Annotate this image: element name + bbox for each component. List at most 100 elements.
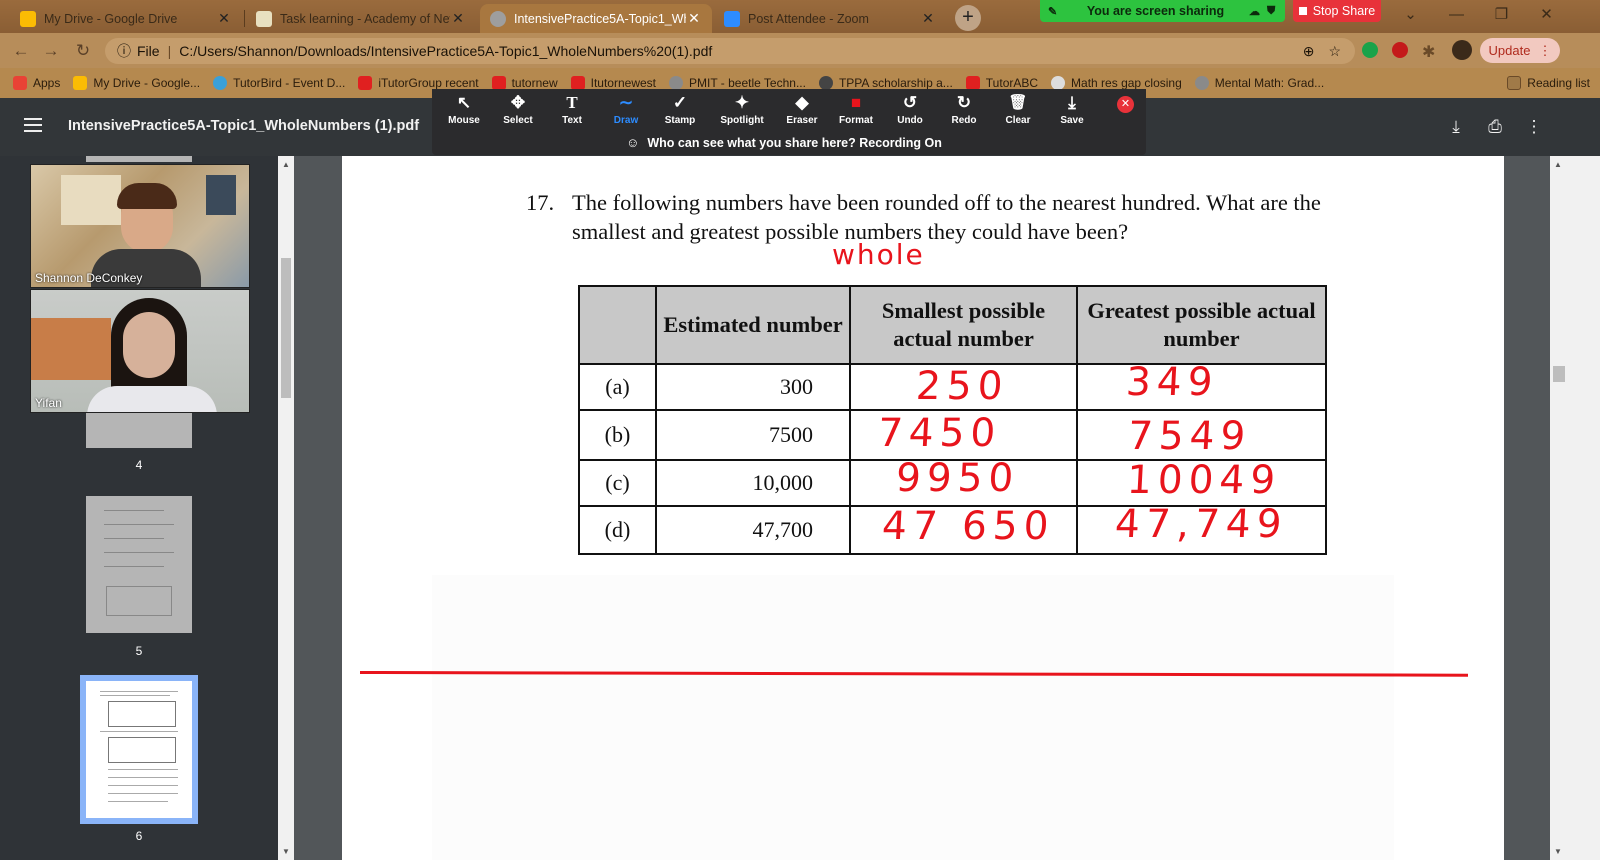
thumb-text-line [108,777,178,778]
document-scrollbar[interactable]: ▲ ▼ [1550,156,1568,860]
tab-intensive-practice[interactable]: IntensivePractice5A-Topic1_Who ✕ [480,4,712,33]
bookmark-item[interactable]: Math res gap closing [1051,76,1182,90]
extension-icon[interactable] [1362,42,1378,58]
screen-sharing-banner[interactable]: ✎ You are screen sharing ☁ ⛊ [1040,0,1285,22]
url-text[interactable]: C:/Users/Shannon/Downloads/IntensivePrac… [179,43,712,59]
stop-icon [1298,7,1307,15]
bookmark-item[interactable]: TPPA scholarship a... [818,76,953,90]
stop-share-button[interactable]: Stop Share [1293,0,1381,22]
back-button[interactable]: ← [10,40,32,62]
handwritten-answer-greatest-a: 349 [1124,360,1220,405]
close-tab-icon[interactable]: ✕ [686,10,702,27]
omnibox[interactable]: ⓘ File | C:/Users/Shannon/Downloads/Inte… [105,38,1355,64]
close-tab-icon[interactable]: ✕ [450,10,466,27]
handwritten-whole: whole [832,238,925,271]
draw-tool[interactable]: ∼ Draw [599,91,653,126]
close-tab-icon[interactable]: ✕ [216,10,232,27]
spotlight-tool[interactable]: ✦ Spotlight [712,91,772,126]
text-tool[interactable]: T Text [545,91,599,126]
reading-list-button[interactable]: Reading list [1507,76,1590,90]
drive-icon [73,76,88,90]
close-window-button[interactable]: ✕ [1524,0,1569,33]
tab-my-drive[interactable]: My Drive - Google Drive ✕ [10,4,242,33]
thumb-text-line [108,793,178,794]
reload-button[interactable]: ↻ [72,40,94,62]
clear-button[interactable]: 🗑 Clear [991,91,1045,126]
bookmark-item[interactable]: My Drive - Google... [73,76,200,90]
bookmark-label: Itutornewest [590,76,656,90]
close-annotation-icon[interactable]: ✕ [1117,96,1134,113]
browser-tab-strip: My Drive - Google Drive ✕ Task learning … [0,0,1600,33]
bookmark-item[interactable]: Mental Math: Grad... [1194,76,1324,90]
bookmark-label: TutorBird - Event D... [233,76,346,90]
more-options-icon[interactable]: ⋮ [1523,116,1545,138]
video-tile-student[interactable]: Yifan [30,289,250,413]
undo-button[interactable]: ↺ Undo [883,91,937,126]
tab-task-learning[interactable]: Task learning - Academy of New ✕ [246,4,476,33]
close-tab-icon[interactable]: ✕ [920,10,936,27]
save-button[interactable]: ⤓ Save [1045,91,1099,126]
puzzle-icon[interactable]: ✱ [1422,42,1438,61]
video-tile-host[interactable]: Shannon DeConkey [30,164,250,288]
forward-button[interactable]: → [40,40,62,62]
question-number: 17. [526,190,555,215]
info-icon: ⓘ [117,43,131,59]
minimize-button[interactable]: — [1434,0,1479,33]
download-icon[interactable]: ⤓ [1445,116,1467,138]
page-thumbnail-3[interactable] [86,156,192,162]
table-header-blank [578,285,657,365]
mouse-tool[interactable]: ↖ Mouse [437,91,491,126]
recording-notice[interactable]: ☺ Who can see what you share here? Recor… [620,130,948,155]
bookmark-item[interactable]: TutorABC [965,76,1038,90]
ublock-icon[interactable] [1392,42,1408,58]
scroll-up-icon[interactable]: ▲ [282,160,290,169]
tab-zoom[interactable]: Post Attendee - Zoom ✕ [714,4,946,33]
bookmark-item[interactable]: PMIT - beetle Techn... [669,76,806,90]
apps-grid-icon [13,76,27,90]
wall-poster [206,175,236,215]
page-thumbnail-4[interactable] [86,412,192,448]
star-icon[interactable]: ☆ [1328,43,1341,60]
bookmark-item[interactable]: iTutorGroup recent [358,76,479,90]
select-tool[interactable]: ✥ Select [491,91,545,126]
sidebar-scroll-thumb[interactable] [281,258,291,398]
stamp-tool[interactable]: ✓ Stamp [653,91,707,126]
print-icon[interactable]: ⎙ [1484,116,1506,138]
bookmark-item[interactable]: TutorBird - Event D... [213,76,345,90]
scroll-down-icon[interactable]: ▼ [282,847,290,856]
itutor-icon [965,76,980,90]
scroll-down-icon[interactable]: ▼ [1554,847,1562,856]
table-header-smallest: Smallest possible actual number [849,285,1078,365]
update-button[interactable]: Update ⋮ [1480,38,1560,63]
menu-icon[interactable] [24,118,42,132]
handwritten-answer-smallest-b: 7450 [876,411,1003,456]
bookmark-apps[interactable]: Apps [13,76,60,90]
row-label: (d) [578,505,657,555]
eraser-tool[interactable]: ◆ Eraser [775,91,829,126]
table-header-row: Estimated number Smallest possible actua… [578,285,1327,365]
zoom-icon[interactable]: ⊕ [1303,43,1315,60]
bookmark-item[interactable]: tutornew [491,76,558,90]
handwritten-answer-greatest-b: 7549 [1126,414,1253,459]
table-header-greatest: Greatest possible actual number [1076,285,1327,365]
trash-icon: 🗑 [1008,94,1028,111]
tab-title: IntensivePractice5A-Topic1_Who [514,11,686,26]
document-scroll-thumb[interactable] [1553,366,1565,382]
estimated-value: 47,700 [655,505,851,555]
thumb-text-line [108,769,178,770]
page-thumbnail-5[interactable] [86,496,192,633]
estimated-value: 7500 [655,409,851,461]
page-thumbnail-6[interactable] [86,681,192,818]
tab-divider [244,10,245,27]
scroll-up-icon[interactable]: ▲ [1554,160,1562,169]
bookmark-item[interactable]: Itutornewest [570,76,656,90]
recording-notice-text: Who can see what you share here? Recordi… [647,135,942,150]
tab-search-button[interactable]: ⌄ [1388,0,1433,33]
tool-label: Format [839,115,873,126]
profile-avatar[interactable] [1452,40,1472,60]
format-tool[interactable]: ■ Format [829,91,883,126]
tool-label: Clear [1005,115,1031,126]
new-tab-button[interactable]: + [955,5,981,31]
restore-button[interactable]: ❐ [1479,0,1524,33]
redo-button[interactable]: ↻ Redo [937,91,991,126]
